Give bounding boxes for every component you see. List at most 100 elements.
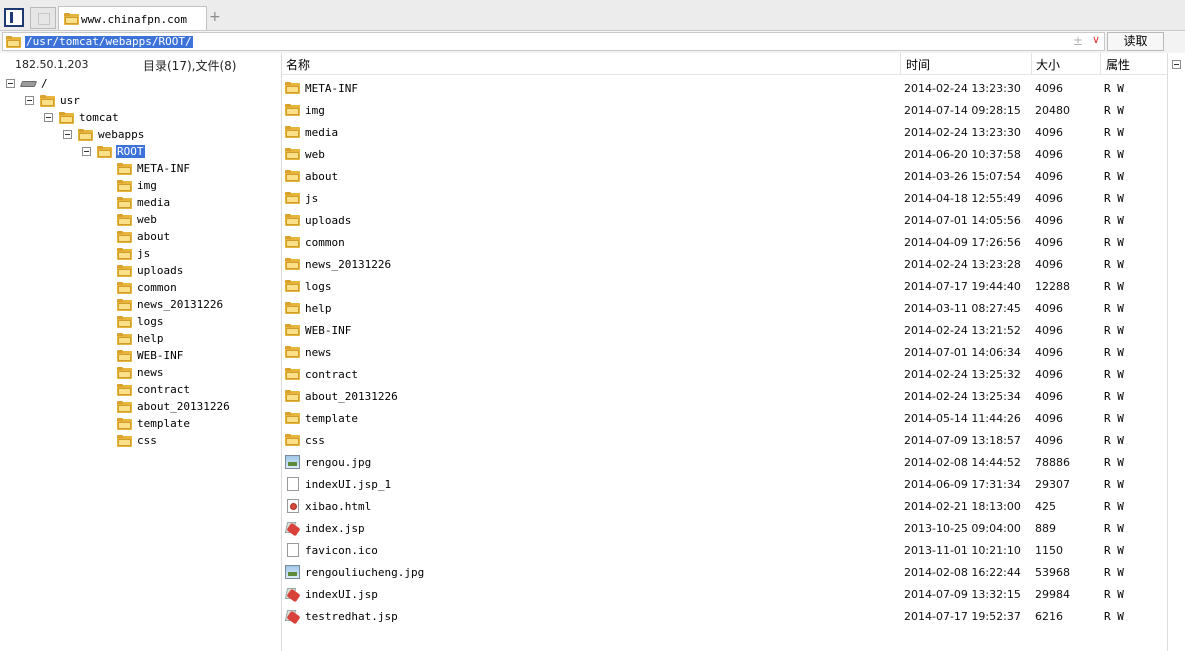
tree-node[interactable]: img [0,178,270,195]
tree-node[interactable]: about [0,229,270,246]
file-time: 2014-05-14 11:44:26 [904,412,1021,425]
folder-icon [285,280,300,292]
file-row[interactable]: uploads 2014-07-01 14:05:56 4096 R W [282,210,1167,232]
file-row[interactable]: css 2014-07-09 13:18:57 4096 R W [282,430,1167,452]
file-row[interactable]: template 2014-05-14 11:44:26 4096 R W [282,408,1167,430]
column-size-header[interactable]: 大小 [1036,56,1060,73]
tree-node[interactable]: template [0,416,270,433]
path-input[interactable]: /usr/tomcat/webapps/ROOT/ ± ∨ [2,32,1105,51]
file-name: img [305,104,325,117]
file-time: 2014-04-18 12:55:49 [904,192,1021,205]
document-file-icon [287,477,299,491]
file-row[interactable]: news_20131226 2014-02-24 13:23:28 4096 R W [282,254,1167,276]
chevron-down-icon[interactable]: ∨ [1092,33,1100,46]
tree-node[interactable]: media [0,195,270,212]
tree-node-label: webapps [98,128,145,141]
file-size: 4096 [1035,214,1063,227]
tree-node[interactable]: uploads [0,263,270,280]
file-row[interactable]: logs 2014-07-17 19:44:40 12288 R W [282,276,1167,298]
tree-node[interactable]: js [0,246,270,263]
file-row[interactable]: img 2014-07-14 09:28:15 20480 R W [282,100,1167,122]
file-row[interactable]: WEB-INF 2014-02-24 13:21:52 4096 R W [282,320,1167,342]
file-row[interactable]: indexUI.jsp 2014-07-09 13:32:15 29984 R W [282,584,1167,606]
file-name: about [305,170,339,183]
file-time: 2014-02-08 16:22:44 [904,566,1021,579]
file-attributes: R W [1104,82,1124,95]
tree-node[interactable]: web [0,212,270,229]
collapse-icon[interactable] [44,113,53,122]
file-row[interactable]: about 2014-03-26 15:07:54 4096 R W [282,166,1167,188]
read-button[interactable]: 读取 [1107,32,1164,51]
new-tab-button[interactable]: + [209,9,221,25]
tree-node[interactable]: css [0,433,270,450]
tree-node[interactable]: ROOT [0,144,270,161]
collapse-icon[interactable] [82,147,91,156]
file-row[interactable]: help 2014-03-11 08:27:45 4096 R W [282,298,1167,320]
folder-icon [117,282,132,294]
tree-node-label: css [137,434,157,447]
file-time: 2014-02-24 13:23:28 [904,258,1021,271]
file-attributes: R W [1104,412,1124,425]
tree-node[interactable]: webapps [0,127,270,144]
tree-node[interactable]: tomcat [0,110,270,127]
tree-node[interactable]: news [0,365,270,382]
tree-node[interactable]: news_20131226 [0,297,270,314]
sidebar-toggle-button[interactable] [4,8,24,27]
file-size: 4096 [1035,126,1063,139]
folder-icon [97,146,112,158]
tree-node[interactable]: WEB-INF [0,348,270,365]
collapse-icon[interactable] [25,96,34,105]
file-row[interactable]: indexUI.jsp_1 2014-06-09 17:31:34 29307 R W [282,474,1167,496]
folder-icon [285,258,300,270]
tree-node[interactable]: help [0,331,270,348]
collapse-icon[interactable] [1172,60,1181,69]
html-file-icon [287,499,299,513]
file-row[interactable]: index.jsp 2013-10-25 09:04:00 889 R W [282,518,1167,540]
plus-minus-icon[interactable]: ± [1073,34,1083,48]
file-time: 2014-06-20 10:37:58 [904,148,1021,161]
tree-node[interactable]: META-INF [0,161,270,178]
file-row[interactable]: about_20131226 2014-02-24 13:25:34 4096 R W [282,386,1167,408]
file-size: 889 [1035,522,1056,535]
file-row[interactable]: contract 2014-02-24 13:25:32 4096 R W [282,364,1167,386]
tree-node[interactable]: usr [0,93,270,110]
file-row[interactable]: META-INF 2014-02-24 13:23:30 4096 R W [282,78,1167,100]
column-name-header[interactable]: 名称 [286,56,310,73]
tree-node[interactable]: about_20131226 [0,399,270,416]
path-text[interactable]: /usr/tomcat/webapps/ROOT/ [25,36,193,48]
file-attributes: R W [1104,302,1124,315]
image-file-icon [285,565,300,579]
folder-icon [117,316,132,328]
column-divider[interactable] [1031,53,1032,74]
file-row[interactable]: xibao.html 2014-02-21 18:13:00 425 R W [282,496,1167,518]
file-row[interactable]: media 2014-02-24 13:23:30 4096 R W [282,122,1167,144]
tree-node-label: about_20131226 [137,400,230,413]
tree-node-label: help [137,332,164,345]
file-row[interactable]: js 2014-04-18 12:55:49 4096 R W [282,188,1167,210]
file-row[interactable]: testredhat.jsp 2014-07-17 19:52:37 6216 R W [282,606,1167,628]
folder-icon [117,214,132,226]
column-attr-header[interactable]: 属性 [1106,56,1130,73]
tree-node[interactable]: logs [0,314,270,331]
file-name: indexUI.jsp [305,588,378,601]
collapse-icon[interactable] [63,130,72,139]
file-name: WEB-INF [305,324,352,337]
column-divider[interactable] [900,53,901,74]
file-row[interactable]: rengouliucheng.jpg 2014-02-08 16:22:44 539… [282,562,1167,584]
tree-node[interactable]: common [0,280,270,297]
tab-active[interactable]: www.chinafpn.com [58,6,207,30]
file-row[interactable]: news 2014-07-01 14:06:34 4096 R W [282,342,1167,364]
column-divider[interactable] [1100,53,1101,74]
file-row[interactable]: favicon.ico 2013-11-01 10:21:10 1150 R W [282,540,1167,562]
tree-node[interactable]: / [0,76,270,93]
file-size: 4096 [1035,324,1063,337]
folder-icon [59,112,74,124]
file-row[interactable]: rengou.jpg 2014-02-08 14:44:52 78886 R W [282,452,1167,474]
file-row[interactable]: common 2014-04-09 17:26:56 4096 R W [282,232,1167,254]
file-time: 2014-02-24 13:23:30 [904,126,1021,139]
collapse-icon[interactable] [6,79,15,88]
tree-node[interactable]: contract [0,382,270,399]
column-time-header[interactable]: 时间 [906,56,930,73]
blank-tab-button[interactable] [30,7,56,29]
file-row[interactable]: web 2014-06-20 10:37:58 4096 R W [282,144,1167,166]
